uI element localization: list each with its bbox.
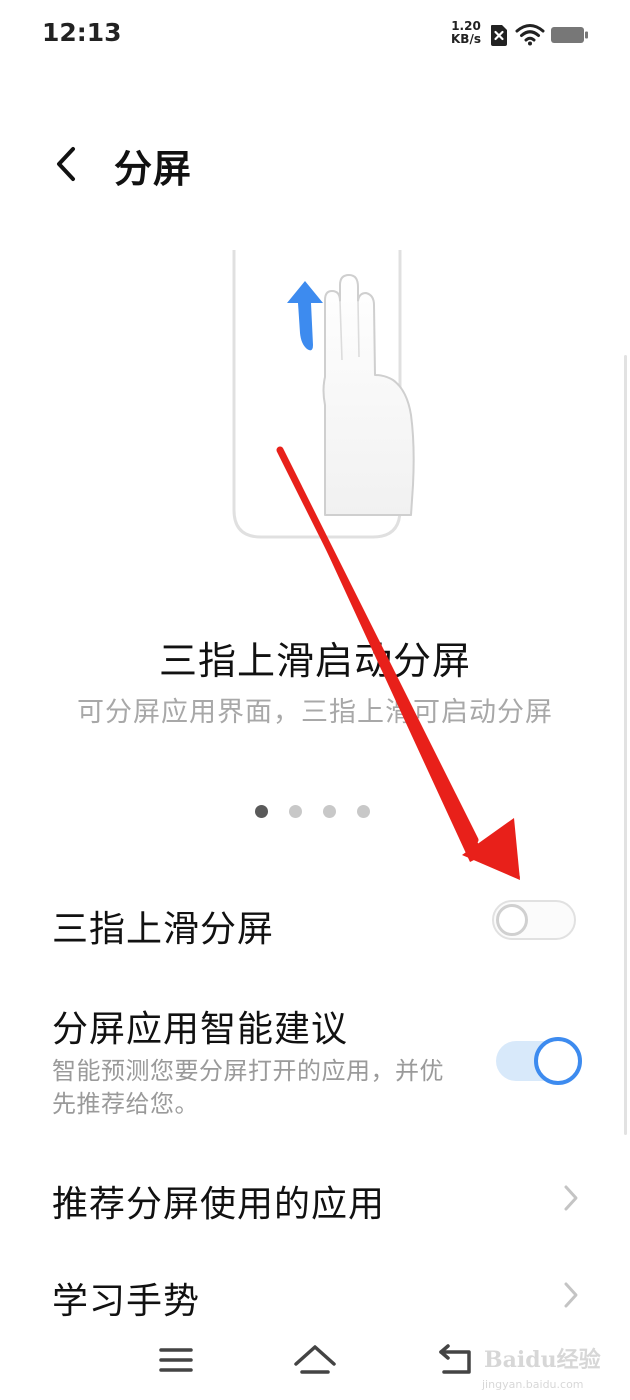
chevron-right-icon[interactable] [562,1280,580,1310]
toggle-knob [534,1037,582,1085]
toggle-knob [496,904,528,936]
screen: 12:13 1.20 KB/s 分屏 三指上滑启动分屏 可分屏应用界面，三指上滑… [0,0,630,1400]
gesture-description: 可分屏应用界面，三指上滑可启动分屏 [77,697,553,728]
page-dot-3[interactable] [323,805,336,818]
page-dot-1[interactable] [255,805,268,818]
arrow-up-icon [287,281,323,351]
status-time: 12:13 [42,18,122,47]
wifi-icon [515,24,545,46]
back-icon[interactable] [436,1342,476,1378]
setting-learn-gestures[interactable]: 学习手势 [52,1272,200,1324]
page-title: 分屏 [114,147,193,191]
home-icon[interactable] [292,1342,338,1378]
page-dot-4[interactable] [357,805,370,818]
smart-suggestion-toggle[interactable] [496,1037,582,1085]
menu-icon[interactable] [158,1342,194,1378]
setting-three-finger-split-title: 三指上滑分屏 [52,909,275,950]
watermark: Baidu经验 jingyan.baidu.com [478,1338,628,1398]
battery-icon [551,27,588,43]
back-button[interactable] [44,140,88,188]
gesture-illustration [232,250,415,539]
network-speed: 1.20 KB/s [446,20,486,46]
chevron-right-icon[interactable] [562,1183,580,1213]
status-bar: 12:13 1.20 KB/s [0,0,630,70]
three-finger-split-toggle[interactable] [492,900,576,940]
setting-smart-suggestion-title: 分屏应用智能建议 [52,1009,349,1050]
setting-smart-suggestion-subtitle: 智能预测您要分屏打开的应用，并优先推荐给您。 [52,1057,444,1118]
setting-recommended-apps[interactable]: 推荐分屏使用的应用 [52,1175,385,1227]
sim-x-icon [491,25,507,46]
network-speed-unit: KB/s [451,32,481,46]
watermark-text: Baidu经验 [484,1347,601,1373]
scrollbar[interactable] [624,355,627,1135]
back-arrow-icon [57,147,75,181]
watermark-url: jingyan.baidu.com [482,1378,584,1391]
page-indicator[interactable] [255,805,370,819]
gesture-title: 三指上滑启动分屏 [158,639,471,683]
page-dot-2[interactable] [289,805,302,818]
